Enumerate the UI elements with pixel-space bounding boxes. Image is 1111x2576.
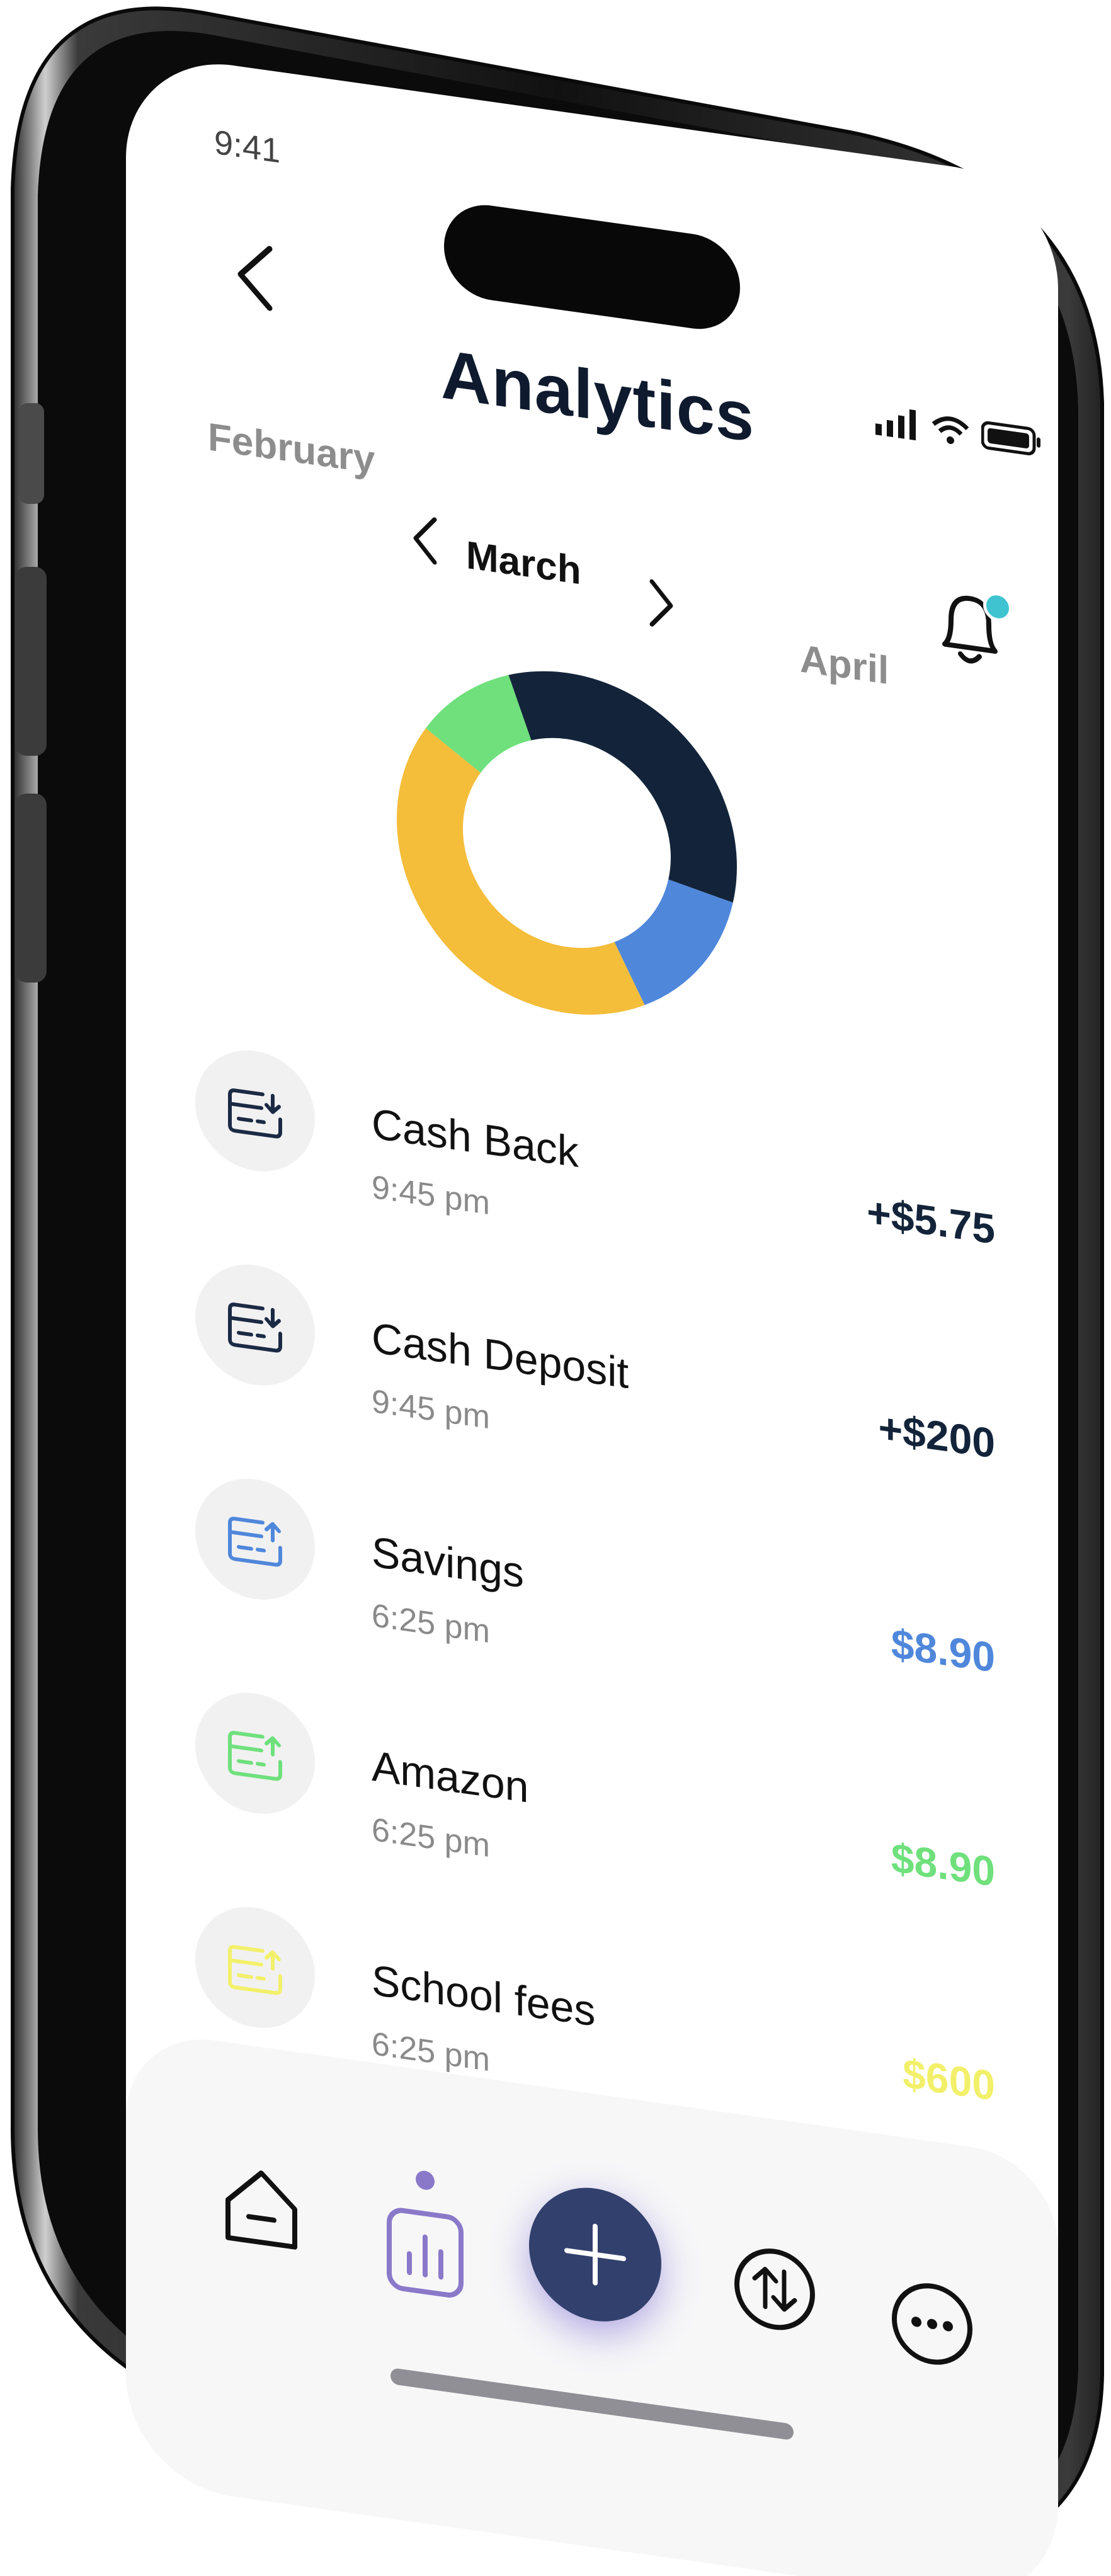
transaction-icon-badge	[195, 1899, 315, 2036]
chevron-right-icon[interactable]	[646, 577, 677, 632]
nav-active-dot	[416, 2169, 435, 2191]
signal-icon	[875, 409, 916, 441]
month-current: March	[466, 533, 581, 593]
plus-icon	[564, 2223, 626, 2286]
transaction-amount: +$200	[878, 1403, 995, 1467]
home-icon	[225, 2170, 297, 2250]
more-dots-icon	[892, 2283, 972, 2365]
transaction-amount: $8.90	[891, 1619, 995, 1681]
transaction-amount: +$5.75	[867, 1188, 995, 1253]
notification-button[interactable]	[929, 579, 1012, 678]
status-time: 9:41	[214, 123, 281, 171]
card-download-icon	[228, 1088, 282, 1139]
month-previous[interactable]: February	[208, 414, 375, 482]
transaction-icon-badge	[195, 1042, 315, 1180]
card-upload-icon	[228, 1517, 282, 1567]
donut-chart	[397, 671, 737, 1015]
dynamic-island	[444, 198, 740, 336]
transaction-icon-badge	[195, 1471, 315, 1608]
donut-slice	[508, 671, 737, 903]
app-screen: 9:41 Analytics February March April Cash…	[126, 50, 1058, 2576]
battery-icon	[981, 421, 1040, 455]
back-chevron-icon[interactable]	[233, 239, 277, 314]
transaction-icon-badge	[195, 1257, 315, 1394]
wifi-icon	[932, 416, 969, 445]
card-upload-icon	[228, 1945, 282, 1995]
nav-more[interactable]	[888, 2274, 976, 2374]
transaction-amount: $600	[903, 2049, 995, 2109]
swap-arrows-icon	[734, 2248, 815, 2330]
transaction-title: Cash Back	[372, 1099, 579, 1177]
transaction-time: 9:45 pm	[372, 1382, 490, 1437]
transaction-time: 9:45 pm	[372, 1168, 490, 1222]
transaction-title: School fees	[372, 1956, 596, 2036]
month-next[interactable]: April	[800, 636, 889, 693]
nav-analytics[interactable]	[378, 2164, 472, 2316]
nav-home[interactable]	[214, 2154, 309, 2262]
transaction-title: Cash Deposit	[372, 1313, 629, 1398]
status-icons	[875, 404, 1042, 458]
card-upload-icon	[228, 1731, 282, 1781]
transaction-time: 6:25 pm	[372, 1597, 490, 1651]
page-title: Analytics	[441, 335, 755, 457]
transaction-time: 6:25 pm	[372, 1811, 490, 1865]
transaction-title: Savings	[372, 1527, 524, 1597]
chevron-left-icon[interactable]	[409, 512, 441, 567]
nav-transfer[interactable]	[731, 2239, 819, 2340]
phone-mockup: 9:41 Analytics February March April Cash…	[0, 0, 1111, 2576]
transaction-amount: $8.90	[891, 1833, 995, 1895]
transaction-icon-badge	[195, 1685, 315, 1822]
bar-chart-icon	[387, 2208, 464, 2298]
donut-slice	[397, 728, 645, 1015]
card-download-icon	[228, 1302, 282, 1353]
transaction-title: Amazon	[372, 1741, 529, 1812]
